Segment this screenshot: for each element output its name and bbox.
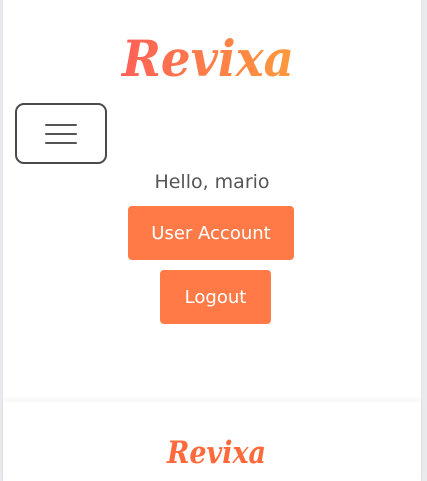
footer: Revixa — [3, 402, 421, 481]
hamburger-menu-icon — [45, 123, 77, 144]
footer-brand-logo[interactable]: Revixa — [166, 430, 268, 470]
brand-logo[interactable]: Revixa — [120, 22, 298, 86]
navbar-toggler-button[interactable] — [15, 103, 107, 164]
user-account-button[interactable]: User Account — [128, 206, 294, 260]
logout-button[interactable]: Logout — [160, 270, 271, 324]
brand-logo-text: Revixa — [120, 29, 294, 86]
greeting-text: Hello, mario — [154, 171, 270, 193]
page: Revixa Hello, mario User Account Logout … — [2, 0, 422, 481]
footer-brand-logo-text: Revixa — [166, 435, 266, 470]
